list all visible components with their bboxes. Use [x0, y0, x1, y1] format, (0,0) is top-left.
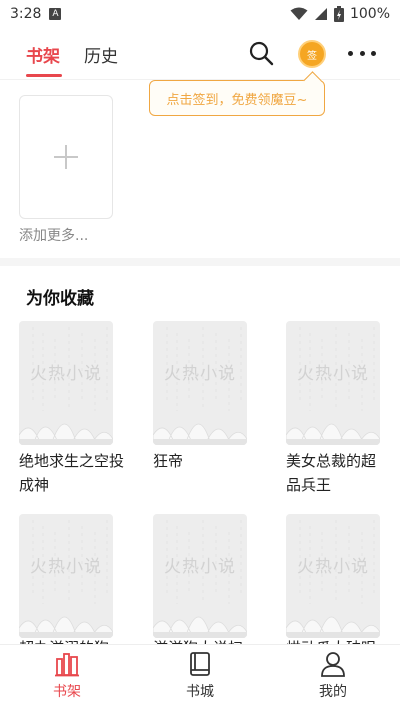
- add-book-card[interactable]: [19, 95, 113, 219]
- sign-in-badge: 签: [307, 50, 317, 62]
- cover-illustration: [19, 423, 113, 445]
- bottom-nav-label: 书城: [186, 684, 214, 700]
- status-time: 3:28: [10, 6, 42, 22]
- bottom-nav-mine[interactable]: 我的: [293, 651, 373, 701]
- plus-icon: [54, 145, 78, 169]
- tooltip-text: 点击签到，免费领魔豆~: [166, 92, 308, 108]
- user-icon: [321, 652, 345, 677]
- book-title[interactable]: 狂帝: [153, 449, 271, 473]
- bottom-nav-bookstore[interactable]: 书城: [160, 651, 240, 701]
- book-title[interactable]: 烘动瓜太破眼: [286, 636, 386, 644]
- signal-icon: [314, 8, 327, 20]
- section-divider: [0, 258, 400, 266]
- cover-illustration: [153, 423, 247, 445]
- bookshelf-icon: [55, 653, 79, 677]
- section-title: 为你收藏: [26, 289, 94, 309]
- book-cover[interactable]: 火热小说: [153, 321, 247, 445]
- cover-illustration: [153, 616, 247, 638]
- status-bar: 3:28 A 100%: [0, 0, 400, 28]
- book-icon: [190, 652, 210, 676]
- book-cover[interactable]: 火热小说: [286, 321, 380, 445]
- cover-text: 火热小说: [297, 364, 369, 384]
- book-cover[interactable]: 火热小说: [19, 321, 113, 445]
- more-icon[interactable]: [348, 48, 376, 58]
- tab-indicator: [26, 74, 62, 77]
- book-title[interactable]: 滋滋狗太说扫: [153, 636, 271, 644]
- book-cover[interactable]: 火热小说: [153, 514, 247, 638]
- cover-text: 火热小说: [297, 557, 369, 577]
- bottom-nav-bookshelf[interactable]: 书架: [27, 651, 107, 701]
- bottom-nav-label: 我的: [319, 684, 347, 700]
- battery-percent: 100%: [349, 6, 390, 22]
- bottom-nav: 书架 书城 我的: [0, 644, 400, 710]
- search-icon[interactable]: [248, 40, 274, 66]
- sign-in-icon[interactable]: 签: [298, 40, 326, 68]
- cover-illustration: [19, 616, 113, 638]
- cover-text: 火热小说: [30, 364, 102, 384]
- bottom-nav-label: 书架: [53, 684, 81, 700]
- battery-icon: [333, 6, 344, 22]
- wifi-icon: [290, 7, 308, 20]
- book-cover[interactable]: 火热小说: [19, 514, 113, 638]
- add-more-label: 添加更多...: [19, 228, 89, 244]
- cover-text: 火热小说: [164, 364, 236, 384]
- book-cover[interactable]: 火热小说: [286, 514, 380, 638]
- cover-illustration: [286, 616, 380, 638]
- cover-illustration: [286, 423, 380, 445]
- book-title[interactable]: 超办滋溺的狗: [19, 636, 137, 644]
- top-nav: 书架 历史 签: [0, 30, 400, 78]
- book-title[interactable]: 绝地求生之空投成神: [19, 449, 137, 497]
- tab-history[interactable]: 历史: [84, 42, 118, 67]
- notification-icon: A: [49, 8, 62, 20]
- tab-bookshelf[interactable]: 书架: [26, 42, 60, 67]
- sign-in-tooltip[interactable]: 点击签到，免费领魔豆~: [149, 80, 325, 116]
- cover-text: 火热小说: [164, 557, 236, 577]
- cover-text: 火热小说: [30, 557, 102, 577]
- book-title[interactable]: 美女总裁的超品兵王: [286, 449, 386, 497]
